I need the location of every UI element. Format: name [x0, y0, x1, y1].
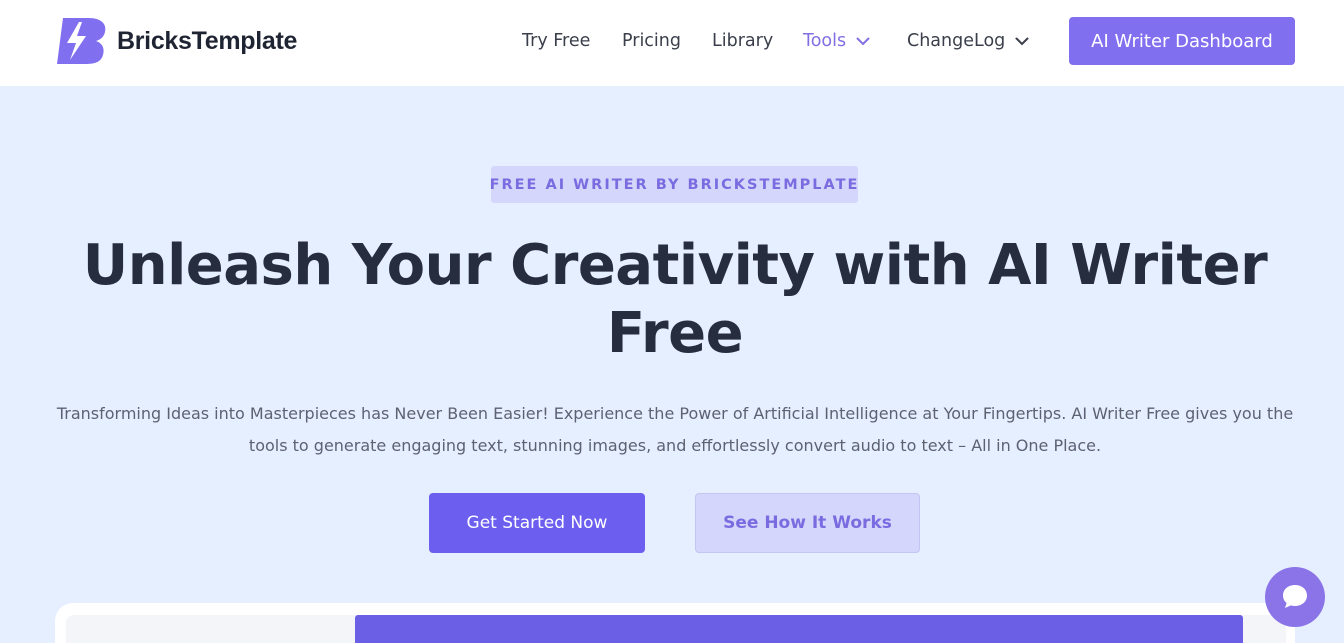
nav-changelog[interactable]: ChangeLog [907, 28, 1029, 54]
brand-logo-link[interactable]: BricksTemplate [55, 16, 297, 66]
chevron-down-icon [856, 37, 870, 45]
nav-label: Pricing [622, 31, 681, 51]
chevron-down-icon [1015, 37, 1029, 45]
nav-label: Try Free [522, 31, 591, 51]
nav-library[interactable]: Library [712, 28, 773, 54]
hero-subtitle-line-1: Transforming Ideas into Masterpieces has… [56, 404, 1294, 423]
get-started-button[interactable]: Get Started Now [429, 493, 645, 553]
chat-widget-button[interactable] [1265, 567, 1325, 627]
hero-subtitle-line-2: tools to generate engaging text, stunnin… [248, 436, 1102, 455]
nav-tools[interactable]: Tools [803, 28, 870, 54]
bolt-b-logo-icon [57, 18, 106, 64]
nav-label: Library [712, 31, 774, 51]
site-header: BricksTemplate Try Free Pricing Library … [0, 0, 1344, 86]
hero-title-line-1: Unleash Your Creativity with AI Writer [82, 233, 1268, 298]
hero-title-line-2: Free [606, 301, 744, 366]
hero-title: Unleash Your Creativity with AI Writer F… [60, 232, 1290, 368]
nav-pricing[interactable]: Pricing [622, 28, 681, 54]
nav-try-free[interactable]: Try Free [522, 28, 590, 54]
nav-label: ChangeLog [907, 31, 1006, 51]
app-preview-card [55, 603, 1295, 643]
see-how-it-works-button[interactable]: See How It Works [695, 493, 920, 553]
brand-name: BricksTemplate [117, 26, 298, 55]
ai-writer-dashboard-button[interactable]: AI Writer Dashboard [1069, 17, 1295, 65]
hero-subtitle: Transforming Ideas into Masterpieces has… [55, 398, 1295, 462]
chat-bubble-icon [1283, 585, 1307, 608]
eyebrow-badge: FREE AI WRITER BY BRICKSTEMPLATE [490, 166, 858, 203]
app-preview-header-bar [355, 615, 1243, 643]
nav-label: Tools [803, 31, 847, 51]
